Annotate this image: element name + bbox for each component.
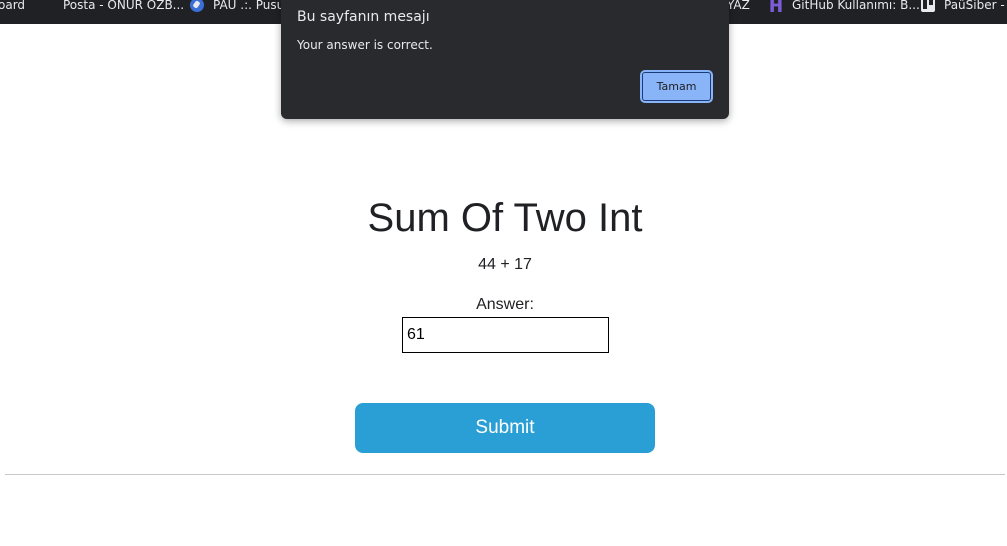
submit-button[interactable]: Submit xyxy=(355,403,655,453)
bookmark-label: PaüSiber - Ç xyxy=(944,0,1007,12)
answer-input[interactable] xyxy=(402,317,609,353)
bookmark-yaz[interactable]: YAZ xyxy=(727,0,750,13)
trello-icon xyxy=(921,0,935,12)
ok-button[interactable]: Tamam xyxy=(642,72,711,101)
alert-dialog: Bu sayfanın mesajı Your answer is correc… xyxy=(281,0,729,119)
page-title: Sum Of Two Int xyxy=(367,196,643,240)
bookmark-dashboard[interactable]: oard xyxy=(0,0,25,13)
bookmark-github[interactable]: GitHub Kullanımı: B... xyxy=(769,0,920,13)
dialog-message: Your answer is correct. xyxy=(297,38,433,52)
question-text: 44 + 17 xyxy=(478,256,532,273)
bookmark-label: GitHub Kullanımı: B... xyxy=(792,0,920,12)
answer-label: Answer: xyxy=(476,296,534,313)
bookmark-label: YAZ xyxy=(727,0,750,12)
compass-icon xyxy=(190,0,204,12)
bookmark-pusula[interactable]: PAU .:. Pusula xyxy=(190,0,295,13)
microsoft-icon xyxy=(40,0,54,12)
bookmark-label: Posta - ONUR ÖZB... xyxy=(63,0,185,12)
divider xyxy=(5,474,1005,475)
bookmark-posta[interactable]: Posta - ONUR ÖZB... xyxy=(40,0,184,13)
dialog-title: Bu sayfanın mesajı xyxy=(297,9,430,25)
hex-icon xyxy=(770,0,782,12)
bookmark-pausiber[interactable]: PaüSiber - Ç xyxy=(921,0,1007,13)
bookmark-label: oard xyxy=(0,0,26,12)
